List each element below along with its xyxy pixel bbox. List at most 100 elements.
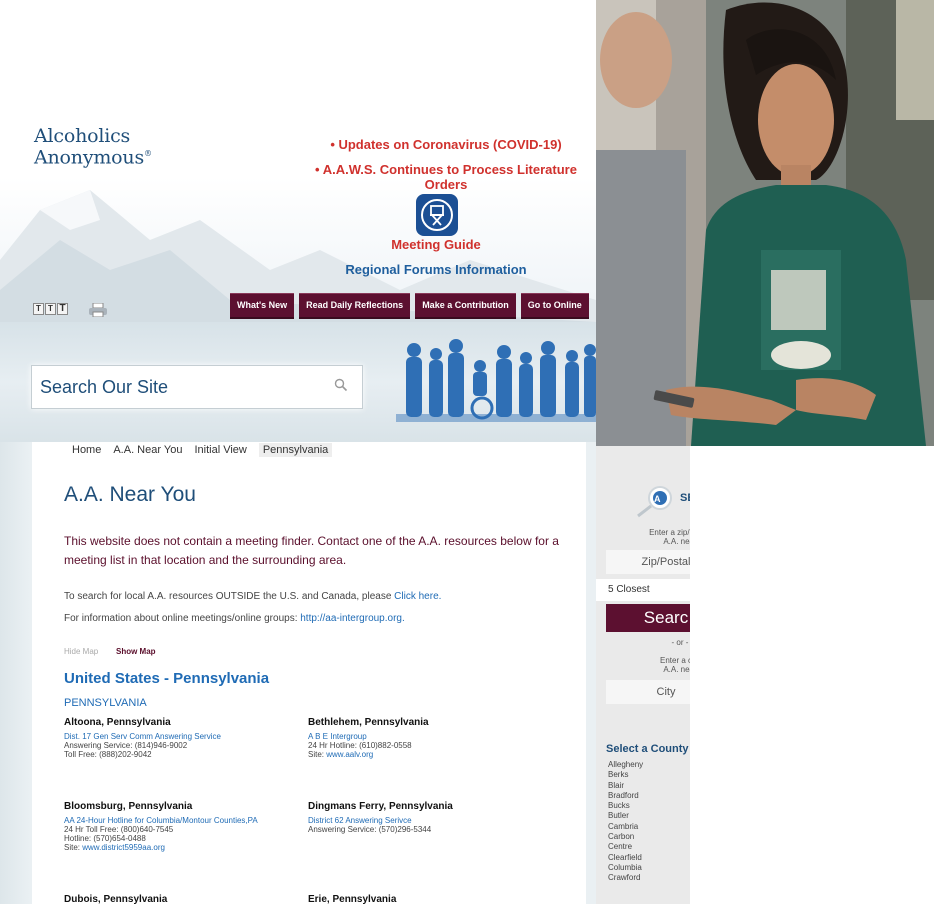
literature-orders-link[interactable]: • A.A.W.S. Continues to Process Literatu… (296, 162, 596, 192)
city-instructions: Enter a city A.A. near (600, 656, 690, 674)
county-item[interactable]: Crawford (608, 873, 643, 883)
county-item[interactable]: Bucks (608, 801, 643, 811)
breadcrumb-initial-view[interactable]: Initial View (194, 443, 252, 457)
breadcrumb-current: Pennsylvania (258, 443, 333, 457)
listing-bloomsburg: Bloomsburg, Pennsylvania AA 24-Hour Hotl… (64, 801, 304, 852)
site-link[interactable]: www.district5959aa.org (82, 843, 165, 852)
listing-line: 24 Hr Hotline: (610)882-0558 (308, 741, 412, 750)
meeting-guide-link[interactable]: Meeting Guide (376, 237, 496, 252)
logo-line2: Anonymous (34, 146, 145, 169)
county-item[interactable]: Butler (608, 811, 643, 821)
listing-line: Answering Service: (814)946-9002 (64, 741, 188, 750)
intergroup-link[interactable]: http://aa-intergroup.org. (300, 613, 405, 624)
breadcrumb-home[interactable]: Home (72, 443, 107, 457)
county-item[interactable]: Blair (608, 781, 643, 791)
zip-instructions-line2: A.A. near (663, 537, 690, 546)
site-search-input[interactable]: Search Our Site (31, 365, 363, 409)
zip-instructions: Enter a zip/postal A.A. near (600, 528, 690, 546)
aa-magnifier-icon: A (637, 486, 672, 518)
county-item[interactable]: Centre (608, 842, 643, 852)
nav-go-online[interactable]: Go to Online (520, 293, 589, 317)
listing-dingmans-ferry: Dingmans Ferry, Pennsylvania District 62… (308, 801, 538, 834)
county-item[interactable]: Bradford (608, 791, 643, 801)
online-meetings-text: For information about online meetings/on… (64, 613, 301, 624)
registered-mark: ® (144, 149, 152, 158)
nav-daily-reflections[interactable]: Read Daily Reflections (299, 293, 411, 317)
county-item[interactable]: Clearfield (608, 853, 643, 863)
show-map-link[interactable]: Show Map (116, 647, 156, 656)
listing-line: Toll Free: (888)202-9042 (64, 750, 152, 759)
results-count-select[interactable]: 5 Closest (596, 579, 690, 601)
zip-instructions-line1: Enter a zip/postal (649, 528, 690, 537)
state-label: PENNSYLVANIA (64, 697, 147, 709)
page-title: A.A. Near You (64, 483, 196, 506)
click-here-link[interactable]: Click here. (394, 591, 441, 602)
folding-chair-icon (421, 199, 453, 231)
hide-map-link[interactable]: Hide Map (64, 647, 98, 656)
search-button[interactable]: Searc (606, 604, 690, 632)
covid-update-link[interactable]: • Updates on Coronavirus (COVID-19) (296, 137, 596, 152)
aa-logo[interactable]: Alcoholics Anonymous® (34, 125, 152, 169)
nav-make-contribution[interactable]: Make a Contribution (415, 293, 516, 317)
listing-link[interactable]: AA 24-Hour Hotline for Columbia/Montour … (64, 816, 304, 825)
main-nav: What's New Read Daily Reflections Make a… (230, 293, 589, 317)
online-meetings-info: For information about online meetings/on… (64, 613, 405, 624)
search-icon[interactable] (334, 378, 348, 392)
or-divider: - or - (671, 638, 689, 647)
search-placeholder: Search Our Site (40, 377, 169, 397)
nav-whats-new[interactable]: What's New (230, 293, 295, 317)
listing-site: Site: www.aalv.org (308, 750, 538, 759)
listing-link[interactable]: Dist. 17 Gen Serv Comm Answering Service (64, 732, 294, 741)
listing-city: Bethlehem, Pennsylvania (308, 717, 429, 728)
listing-dubois: Dubois, Pennsylvania (64, 894, 294, 909)
county-item[interactable]: Allegheny (608, 760, 643, 770)
listing-city: Dubois, Pennsylvania (64, 894, 168, 905)
svg-text:A: A (654, 494, 661, 504)
county-item[interactable]: Berks (608, 770, 643, 780)
blank-area (690, 446, 934, 904)
outside-us-text: To search for local A.A. resources OUTSI… (64, 591, 395, 602)
county-item[interactable]: Columbia (608, 863, 643, 873)
site-prefix: Site: (308, 750, 327, 759)
finder-heading: SE (680, 492, 690, 504)
meeting-finder-notice: This website does not contain a meeting … (64, 534, 559, 567)
zip-input[interactable]: Zip/Postal (606, 550, 690, 574)
logo-line1: Alcoholics (34, 125, 131, 147)
regional-forums-link[interactable]: Regional Forums Information (336, 262, 536, 277)
breadcrumb: Home A.A. Near You Initial View Pennsylv… (72, 443, 338, 457)
city-input[interactable]: City (606, 680, 690, 704)
listing-city: Dingmans Ferry, Pennsylvania (308, 801, 453, 812)
city-instructions-line2: A.A. near (663, 665, 690, 674)
county-item[interactable]: Cambria (608, 822, 643, 832)
listing-line: Hotline: (570)654-0488 (64, 834, 146, 843)
teen-with-phone-photo (596, 0, 934, 446)
listing-link[interactable]: District 62 Answering Serivce (308, 816, 538, 825)
text-small-button[interactable]: T (33, 303, 44, 315)
listing-line: 24 Hr Toll Free: (800)640-7545 (64, 825, 174, 834)
listing-city: Altoona, Pennsylvania (64, 717, 171, 728)
listing-altoona: Altoona, Pennsylvania Dist. 17 Gen Serv … (64, 717, 294, 759)
listing-bethlehem: Bethlehem, Pennsylvania A B E Intergroup… (308, 717, 538, 759)
listing-city: Bloomsburg, Pennsylvania (64, 801, 193, 812)
people-silhouettes-graphic (396, 339, 596, 422)
listing-link[interactable]: A B E Intergroup (308, 732, 538, 741)
outside-us-info: To search for local A.A. resources OUTSI… (64, 591, 441, 602)
breadcrumb-near-you[interactable]: A.A. Near You (113, 443, 188, 457)
listing-city: Erie, Pennsylvania (308, 894, 397, 905)
listing-erie: Erie, Pennsylvania (308, 894, 538, 909)
site-link[interactable]: www.aalv.org (326, 750, 373, 759)
text-size-controls: T T T (33, 303, 68, 315)
site-prefix: Site: (64, 843, 83, 852)
meeting-search-panel: A SE Enter a zip/postal A.A. near Zip/Po… (596, 446, 690, 904)
text-medium-button[interactable]: T (45, 303, 56, 315)
county-list: Allegheny Berks Blair Bradford Bucks But… (608, 760, 643, 884)
listing-line: Answering Service: (570)296-5344 (308, 825, 432, 834)
printer-icon[interactable] (88, 303, 108, 317)
meeting-guide-app-icon[interactable] (416, 194, 458, 236)
region-title: United States - Pennsylvania (64, 670, 270, 687)
county-heading: Select a County (606, 743, 689, 755)
text-large-button[interactable]: T (57, 303, 68, 315)
county-item[interactable]: Carbon (608, 832, 643, 842)
city-instructions-line1: Enter a city (659, 656, 690, 665)
listing-site: Site: www.district5959aa.org (64, 843, 304, 852)
